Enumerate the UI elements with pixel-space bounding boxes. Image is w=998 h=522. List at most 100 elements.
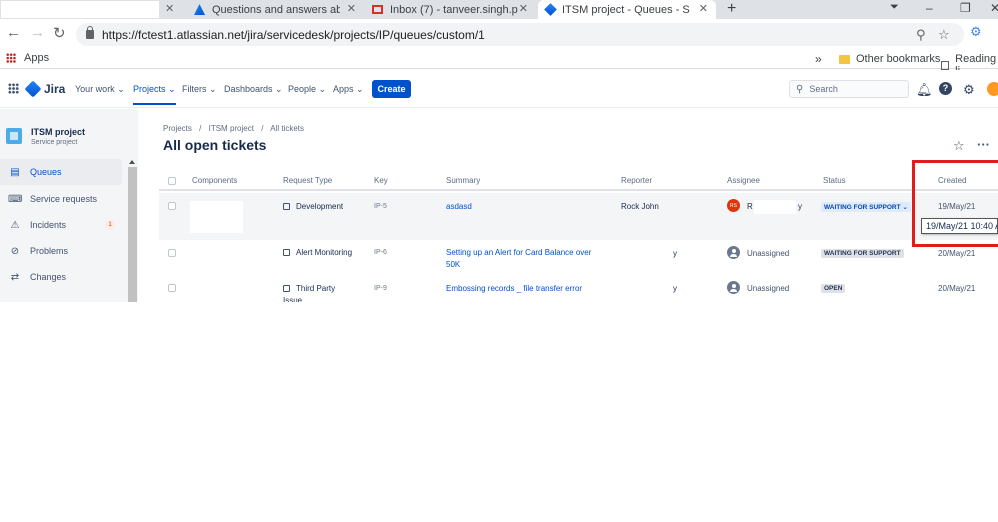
browser-tab-inbox[interactable]: Inbox (7) - tanveer.singh.pahwa@ ✕ <box>364 0 536 19</box>
forward-icon[interactable]: → <box>30 24 45 41</box>
bookmarks-bar: Apps » Other bookmarks Reading li <box>0 50 998 77</box>
column-assignee[interactable]: Assignee <box>727 176 760 185</box>
table-row[interactable]: Rollout Lead Development IP-5 asdasd Roc… <box>159 193 998 240</box>
browser-tab-questions[interactable]: Questions and answers about Jir ✕ <box>186 0 364 19</box>
sidebar-item-service-requests[interactable]: ⌨ Service requests <box>0 186 122 212</box>
new-tab-icon[interactable]: + <box>727 0 736 18</box>
reading-list-icon <box>941 60 950 70</box>
sidebar-item-changes[interactable]: ⇄ Changes <box>0 264 122 290</box>
breadcrumb-projects[interactable]: Projects <box>163 124 192 133</box>
close-tab-icon[interactable]: ✕ <box>519 2 528 15</box>
sidebar-item-incidents[interactable]: ⚠ Incidents 1 <box>0 212 122 238</box>
table-header: Components Request Type Key Summary Repo… <box>159 171 998 191</box>
column-status[interactable]: Status <box>823 176 846 185</box>
create-button[interactable]: Create <box>372 80 411 98</box>
browser-tab-blank[interactable] <box>0 0 160 19</box>
nav-dashboards[interactable]: Dashboards ⌄ <box>224 84 283 95</box>
column-components[interactable]: Components <box>192 176 237 185</box>
table-row[interactable]: Alert Monitoring IP-6 Setting up an Aler… <box>159 241 998 277</box>
summary-link[interactable]: Embossing records _ file transfer error <box>446 284 582 293</box>
column-reporter[interactable]: Reporter <box>621 176 652 185</box>
scroll-up-icon[interactable] <box>129 160 135 164</box>
jira-top-nav: Jira Your work ⌄ Projects ⌄ Filters ⌄ Da… <box>0 70 998 108</box>
project-type: Service project <box>31 139 78 146</box>
lock-icon <box>86 26 94 39</box>
reporter-cell: y <box>673 284 677 293</box>
status-dropdown[interactable]: WAITING FOR SUPPORT ⌄ <box>821 202 911 212</box>
close-tab-icon[interactable]: ✕ <box>699 2 708 15</box>
nav-people[interactable]: People ⌄ <box>288 84 326 95</box>
column-request-type[interactable]: Request Type <box>283 176 332 185</box>
unassigned-avatar-icon <box>727 281 740 294</box>
zoom-icon[interactable]: ⚲ <box>916 27 926 43</box>
nav-apps[interactable]: Apps ⌄ <box>333 84 364 95</box>
status-lozenge[interactable]: OPEN <box>821 284 846 293</box>
breadcrumb-all-tickets[interactable]: All tickets <box>270 124 304 133</box>
bookmark-star-icon[interactable]: ☆ <box>938 27 950 43</box>
bookmark-apps[interactable]: Apps <box>6 52 49 64</box>
browser-tab-strip: ✕ Questions and answers about Jir ✕ Inbo… <box>0 0 998 19</box>
window-close-icon[interactable]: ✕ <box>990 1 998 15</box>
close-tab-icon[interactable]: ✕ <box>165 2 174 15</box>
more-actions-icon[interactable]: ··· <box>977 137 990 152</box>
notifications-icon[interactable]: 🔔︎ <box>916 82 933 98</box>
key-cell[interactable]: IP-6 <box>374 249 387 256</box>
nav-filters[interactable]: Filters ⌄ <box>182 84 217 95</box>
jira-icon <box>544 3 557 16</box>
incidents-count-badge: 1 <box>105 220 115 230</box>
gmail-icon <box>372 5 383 14</box>
table-row[interactable]: Third Party Issue IP-9 Embossing records… <box>159 278 998 302</box>
changes-icon: ⇄ <box>10 271 20 283</box>
incidents-icon: ⚠ <box>10 219 20 231</box>
assignee-name-tail: y <box>798 202 802 211</box>
status-lozenge[interactable]: WAITING FOR SUPPORT <box>821 249 904 258</box>
annotation-highlight-box <box>912 160 998 247</box>
reload-icon[interactable]: ↻ <box>53 24 66 42</box>
apps-grid-icon <box>6 53 16 63</box>
request-type-icon <box>283 249 290 256</box>
restore-icon[interactable]: ❐ <box>960 1 971 15</box>
breadcrumb: Projects / ITSM project / All tickets <box>163 124 304 133</box>
assignee-name: Unassigned <box>747 284 790 293</box>
row-checkbox[interactable] <box>168 202 176 210</box>
extension-icon[interactable]: ⚙ <box>970 24 982 40</box>
sidebar-item-problems[interactable]: ⊘ Problems <box>0 238 122 264</box>
back-icon[interactable]: ← <box>6 24 21 41</box>
user-avatar[interactable] <box>987 82 998 96</box>
address-bar[interactable]: https://fctest1.atlassian.net/jira/servi… <box>76 23 964 46</box>
unassigned-avatar-icon <box>727 246 740 259</box>
browser-toolbar: ← → ↻ https://fctest1.atlassian.net/jira… <box>0 19 998 50</box>
key-cell[interactable]: IP-5 <box>374 203 387 210</box>
sidebar-item-queues[interactable]: ▤ Queues <box>0 159 122 185</box>
settings-icon[interactable]: ⚙ <box>963 82 975 98</box>
summary-link[interactable]: asdasd <box>446 202 472 211</box>
row-checkbox[interactable] <box>168 284 176 292</box>
assignee-name: R <box>747 202 753 211</box>
help-icon[interactable]: ? <box>939 82 952 95</box>
column-summary[interactable]: Summary <box>446 176 480 185</box>
row-checkbox[interactable] <box>168 249 176 257</box>
more-bookmarks-icon[interactable]: » <box>815 52 822 66</box>
app-switcher-icon[interactable] <box>8 83 19 94</box>
project-header[interactable]: ITSM project Service project <box>6 127 85 146</box>
column-key[interactable]: Key <box>374 176 388 185</box>
summary-link[interactable]: Setting up an Alert for Card Balance ove… <box>446 247 606 271</box>
close-tab-icon[interactable]: ✕ <box>347 2 356 15</box>
assignee-name: Unassigned <box>747 249 790 258</box>
jira-logo[interactable]: Jira <box>24 80 65 98</box>
key-cell[interactable]: IP-9 <box>374 285 387 292</box>
sidebar-scroll-thumb[interactable] <box>128 167 137 302</box>
breadcrumb-itsm-project[interactable]: ITSM project <box>209 124 254 133</box>
assignee-avatar: RS <box>727 199 740 212</box>
star-icon[interactable]: ☆ <box>953 138 965 154</box>
select-all-checkbox[interactable] <box>168 177 176 185</box>
nav-projects[interactable]: Projects ⌄ <box>133 84 176 105</box>
nav-your-work[interactable]: Your work ⌄ <box>75 84 125 95</box>
minimize-icon[interactable]: – <box>926 1 933 15</box>
search-input[interactable]: ⚲ Search <box>789 80 909 98</box>
browser-tab-itsm[interactable]: ITSM project - Queues - Service p ✕ <box>538 0 716 19</box>
bookmark-other[interactable]: Other bookmarks <box>839 53 940 65</box>
reporter-cell: y <box>673 249 677 258</box>
created-cell: 20/May/21 <box>938 284 976 293</box>
profile-menu-icon[interactable]: ⏷ <box>890 1 899 14</box>
